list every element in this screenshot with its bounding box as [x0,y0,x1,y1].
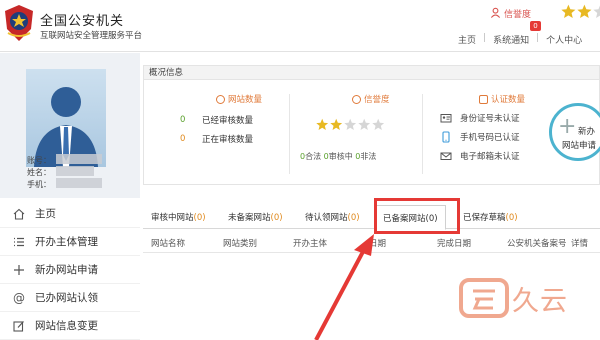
column-divider [422,94,423,174]
credit-title: 信誉度 [352,93,390,105]
redacted-account [56,154,102,164]
top-navigation: 主页 | 系统通知 | 个人中心 [458,33,582,46]
topnav-profile-link[interactable]: 个人中心 [546,33,582,46]
approved-count: 0 [180,115,186,125]
site-subtitle: 互联网站安全管理服务平台 [40,31,143,41]
site-count-title: 网站数量 [216,93,262,105]
badge-icon [479,94,488,104]
auth-row-email: 电子邮箱未认证 [440,150,520,162]
phone-icon [442,131,450,143]
notification-badge: 0 [530,21,541,31]
star-filled-icon [577,4,592,18]
phone-label: 手机： [27,180,51,189]
list-icon [12,235,26,249]
approved-count-row: 0 已经审核数量 [180,114,253,126]
id-card-icon [440,114,452,123]
sidebar-item-label: 已办网站认领 [35,292,98,304]
overview-panel: 概况信息 网站数量 0 已经审核数量 0 正在审核数量 信誉度 0合法 0审核中… [143,65,600,185]
pending-count-label: 正在审核数量 [202,135,254,145]
avatar [26,69,106,167]
sidebar-item-entity-management[interactable]: 开办主体管理 [0,228,140,256]
star-filled-icon [316,118,329,131]
topnav-separator: | [483,33,487,43]
pending-count: 0 [180,134,186,144]
topnav-notifications-link[interactable]: 系统通知 [493,33,529,46]
tab-pending-claim[interactable]: 待认领网站(0) [305,211,360,223]
new-site-label-line1: 新办 [578,127,596,137]
tab-saved-drafts[interactable]: 已保存草稿(0) [463,211,518,223]
pending-count-row: 0 正在审核数量 [180,133,253,145]
column-header: 开办主体 [293,239,328,249]
approved-count-label: 已经审核数量 [202,116,254,126]
auth-row-phone: 手机号码已认证 [440,131,520,143]
edit-icon [12,319,26,333]
redacted-phone [56,178,102,188]
column-header: 公安机关备案号 [507,239,567,249]
sidebar-item-site-change[interactable]: 网站信息变更 [0,312,140,340]
name-label: 姓名： [27,168,51,177]
star-filled-icon [330,118,343,131]
sidebar: 主页 开办主体管理 新办网站申请 @ 已办网站认领 网站信息变更 [0,200,140,340]
plus-icon: + [558,114,577,139]
column-header: 网站名称 [151,239,186,249]
column-header: 日期 [369,239,387,249]
credit-rating-stars [316,118,385,131]
police-emblem-logo [5,5,33,41]
clock-icon [216,94,225,104]
at-icon: @ [13,290,25,305]
new-site-application-button[interactable]: + 新办 网站申请 [549,103,600,161]
sidebar-item-claim-site[interactable]: @ 已办网站认领 [0,284,140,312]
app-header: 全国公安机关 互联网站安全管理服务平台 信誉度 0 主页 | 系统通知 | 个人… [0,0,600,52]
annotation-highlight-box [374,198,460,234]
tab-unregistered[interactable]: 未备案网站(0) [228,211,283,223]
credit-person-icon [490,7,501,18]
topnav-separator: | [536,33,540,43]
star-empty-icon [593,5,600,18]
user-profile-card: 账号： 姓名： 手机： [0,53,140,198]
tab-under-review[interactable]: 审核中网站(0) [151,211,206,223]
star-empty-icon [372,118,385,131]
watermark-text: 久云 [512,286,568,317]
account-label: 账号： [27,156,51,165]
sidebar-item-label: 网站信息变更 [35,320,98,332]
home-icon [12,207,26,221]
site-title: 全国公安机关 [40,14,125,29]
site-table-header: 网站名称 网站类别 开办主体 日期 完成日期 公安机关备案号 详情 [143,233,600,253]
overview-heading: 概况信息 [144,66,599,80]
auth-count-title: 认证数量 [479,93,525,105]
new-site-label-line2: 网站申请 [562,141,597,151]
column-header: 完成日期 [437,239,472,249]
header-rating-stars [561,4,600,18]
sidebar-item-new-site[interactable]: 新办网站申请 [0,256,140,284]
sidebar-item-label: 主页 [35,208,56,220]
auth-row-id: 身份证号未认证 [440,112,520,124]
credit-label: 信誉度 [504,10,532,20]
plus-icon [12,263,26,277]
site-status-tabs: 审核中网站(0) 未备案网站(0) 待认领网站(0) 已备案网站(0) 已保存草… [143,205,600,230]
sidebar-item-home[interactable]: 主页 [0,200,140,228]
topnav-home-link[interactable]: 主页 [458,33,476,46]
mail-icon [440,152,452,160]
column-header: 网站类别 [223,239,258,249]
person-icon [352,94,361,104]
sidebar-item-label: 开办主体管理 [35,236,98,248]
column-header: 详情 [571,239,589,249]
credit-status-counts: 0合法 0审核中 0非法 [300,152,377,161]
star-empty-icon [344,118,357,131]
star-filled-icon [561,4,576,18]
column-divider [289,94,290,174]
redacted-name [56,166,94,176]
sidebar-item-label: 新办网站申请 [35,264,98,276]
star-empty-icon [358,118,371,131]
